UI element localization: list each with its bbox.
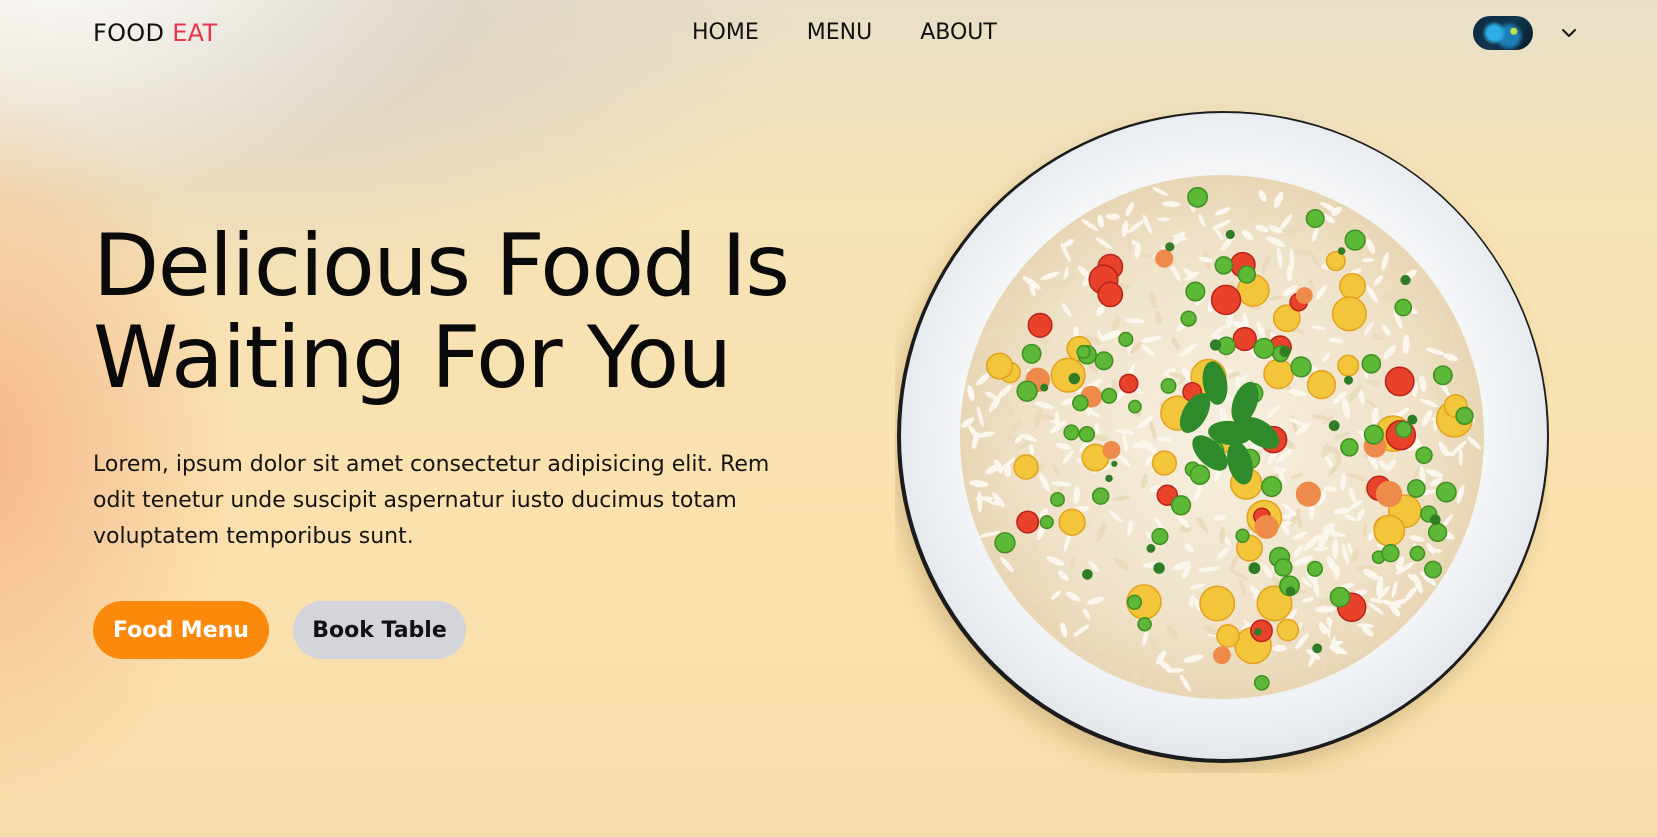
food-plate-image <box>895 103 1549 773</box>
hero-title-line-2: Waiting For You <box>93 308 732 408</box>
nav-item-menu: MENU <box>807 20 872 45</box>
user-avatar[interactable] <box>1473 16 1533 50</box>
nav-link-home[interactable]: HOME <box>692 20 759 45</box>
nav-link-menu[interactable]: MENU <box>807 20 872 45</box>
logo-text-food: FOOD <box>93 19 165 47</box>
hero-description: Lorem, ipsum dolor sit amet consectetur … <box>93 452 770 549</box>
food-menu-button[interactable]: Food Menu <box>93 601 269 659</box>
nav-links: HOME MENU ABOUT <box>692 20 997 45</box>
book-table-button[interactable]: Book Table <box>293 601 466 659</box>
nav-item-about: ABOUT <box>920 20 997 45</box>
hero-title-line-1: Delicious Food Is <box>93 216 790 316</box>
logo-text-eat: EAT <box>172 19 218 47</box>
nav-link-about[interactable]: ABOUT <box>920 20 997 45</box>
top-nav: FOOD EAT HOME MENU ABOUT <box>0 0 1657 70</box>
brand-logo[interactable]: FOOD EAT <box>93 19 218 47</box>
chevron-down-icon[interactable] <box>1558 22 1580 44</box>
hero-title: Delicious Food Is Waiting For You <box>93 220 853 404</box>
nav-item-home: HOME <box>692 20 759 45</box>
